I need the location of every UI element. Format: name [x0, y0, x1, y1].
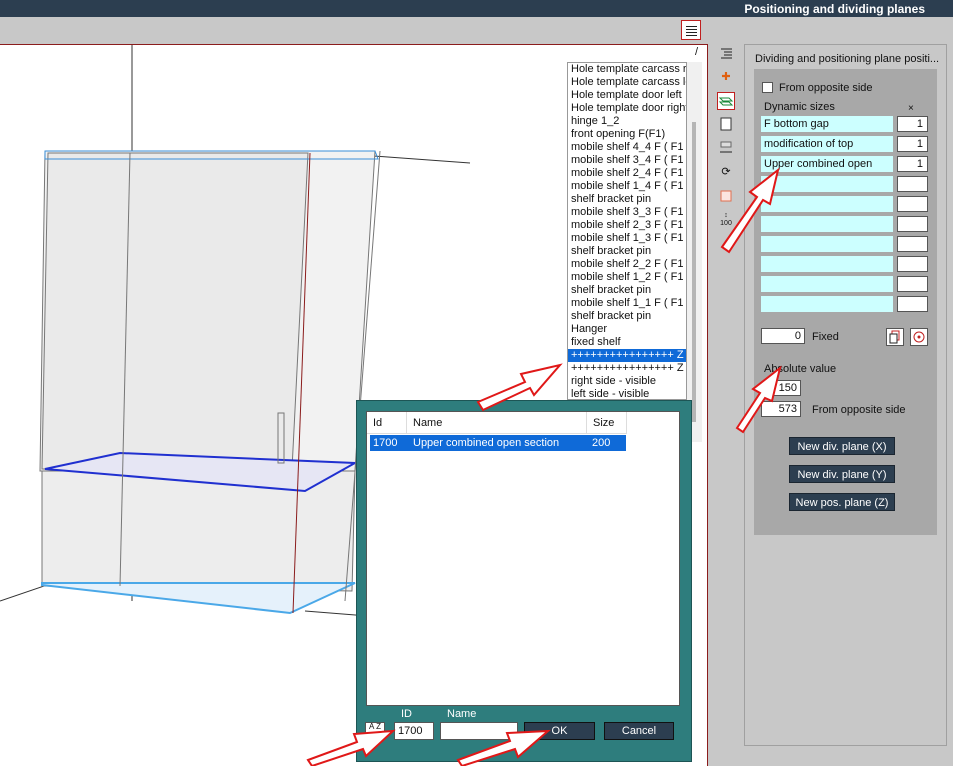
arrow-annotation — [306, 729, 396, 766]
arrow-annotation — [476, 363, 563, 412]
annotation-arrows — [306, 167, 782, 766]
arrow-annotation — [720, 167, 780, 254]
arrow-annotation — [735, 365, 782, 434]
arrow-annotation — [456, 729, 551, 766]
